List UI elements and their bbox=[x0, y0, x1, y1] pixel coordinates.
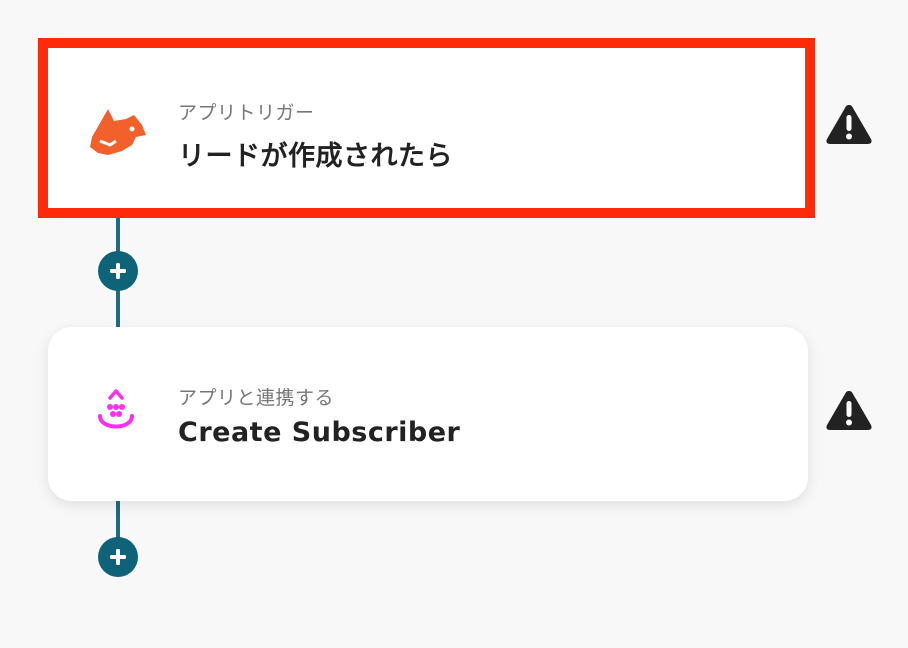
plus-icon bbox=[110, 263, 126, 279]
step-app-label: アプリトリガー bbox=[178, 102, 315, 124]
trigger-step-card[interactable]: アプリトリガー リードが作成されたら bbox=[38, 38, 815, 218]
drip-smile-icon bbox=[84, 382, 148, 446]
step-title: リードが作成されたら bbox=[178, 141, 453, 172]
add-step-button[interactable] bbox=[98, 251, 138, 291]
warning-icon[interactable] bbox=[824, 102, 874, 146]
plus-icon bbox=[110, 549, 126, 565]
fox-icon bbox=[86, 101, 150, 165]
warning-icon[interactable] bbox=[824, 388, 874, 432]
action-step-card[interactable]: アプリと連携する Create Subscriber bbox=[48, 327, 808, 501]
add-step-button[interactable] bbox=[98, 537, 138, 577]
step-title: Create Subscriber bbox=[178, 417, 461, 448]
step-app-label: アプリと連携する bbox=[178, 387, 335, 409]
